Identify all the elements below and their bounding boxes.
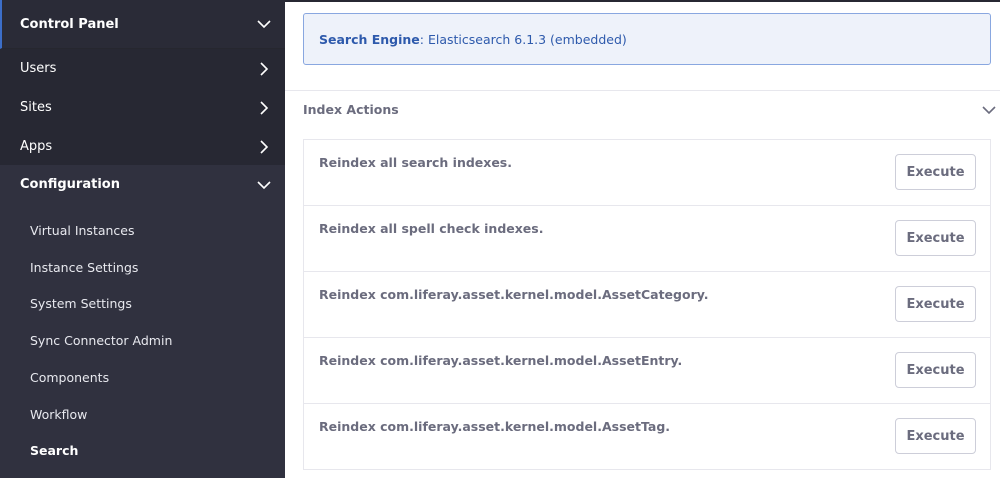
chevron-down-icon bbox=[257, 178, 271, 192]
action-description: Reindex com.liferay.asset.kernel.model.A… bbox=[319, 353, 683, 368]
action-description: Reindex all search indexes. bbox=[319, 155, 512, 170]
list-item: Reindex com.liferay.asset.kernel.model.A… bbox=[304, 338, 990, 404]
sidebar-item-label: Users bbox=[20, 61, 57, 76]
execute-button[interactable]: Execute bbox=[895, 352, 976, 388]
chevron-right-icon bbox=[257, 100, 271, 115]
sidebar-subitem-instance-settings[interactable]: Instance Settings bbox=[30, 260, 138, 275]
sidebar-subitem-search[interactable]: Search bbox=[30, 443, 78, 458]
execute-button[interactable]: Execute bbox=[895, 286, 976, 322]
sidebar-item-users[interactable]: Users bbox=[0, 49, 285, 88]
control-panel-title: Control Panel bbox=[20, 16, 119, 32]
sidebar-subitem-sync-connector-admin[interactable]: Sync Connector Admin bbox=[30, 333, 172, 348]
control-panel-header[interactable]: Control Panel bbox=[0, 0, 285, 49]
sidebar-subitem-components[interactable]: Components bbox=[30, 370, 109, 385]
execute-button[interactable]: Execute bbox=[895, 220, 976, 256]
main-content: Search Engine: Elasticsearch 6.1.3 (embe… bbox=[285, 0, 1000, 478]
sidebar-item-sites[interactable]: Sites bbox=[0, 88, 285, 127]
chevron-right-icon bbox=[257, 61, 271, 76]
sidebar-item-label: Apps bbox=[20, 139, 53, 154]
search-engine-info-alert: Search Engine: Elasticsearch 6.1.3 (embe… bbox=[303, 13, 991, 65]
sidebar-item-label: Configuration bbox=[20, 177, 120, 192]
list-item: Reindex all search indexes. Execute bbox=[304, 140, 990, 206]
product-menu: Control Panel Users Sites Apps Configura… bbox=[0, 0, 285, 478]
index-actions-title[interactable]: Index Actions bbox=[303, 102, 399, 117]
sidebar-item-configuration[interactable]: Configuration bbox=[0, 165, 285, 204]
chevron-right-icon bbox=[257, 139, 271, 154]
list-item: Reindex all spell check indexes. Execute bbox=[304, 206, 990, 272]
top-border bbox=[285, 0, 1000, 2]
alert-value: : Elasticsearch 6.1.3 (embedded) bbox=[419, 31, 627, 47]
action-description: Reindex com.liferay.asset.kernel.model.A… bbox=[319, 419, 671, 434]
action-description: Reindex all spell check indexes. bbox=[319, 221, 544, 236]
sidebar-subitem-system-settings[interactable]: System Settings bbox=[30, 296, 132, 311]
sidebar-item-apps[interactable]: Apps bbox=[0, 127, 285, 166]
sidebar-item-label: Sites bbox=[20, 100, 52, 115]
panel-divider bbox=[285, 90, 1000, 91]
list-item: Reindex com.liferay.asset.kernel.model.A… bbox=[304, 272, 990, 338]
execute-button[interactable]: Execute bbox=[895, 154, 976, 190]
sidebar-subitem-virtual-instances[interactable]: Virtual Instances bbox=[30, 223, 135, 238]
execute-button[interactable]: Execute bbox=[895, 418, 976, 454]
index-actions-list: Reindex all search indexes. Execute Rein… bbox=[303, 139, 991, 470]
list-item: Reindex com.liferay.asset.kernel.model.A… bbox=[304, 404, 990, 470]
alert-label: Search Engine bbox=[319, 31, 420, 47]
chevron-down-icon[interactable] bbox=[982, 102, 996, 121]
chevron-down-icon bbox=[257, 17, 271, 31]
sidebar-subitem-workflow[interactable]: Workflow bbox=[30, 407, 87, 422]
action-description: Reindex com.liferay.asset.kernel.model.A… bbox=[319, 287, 709, 302]
